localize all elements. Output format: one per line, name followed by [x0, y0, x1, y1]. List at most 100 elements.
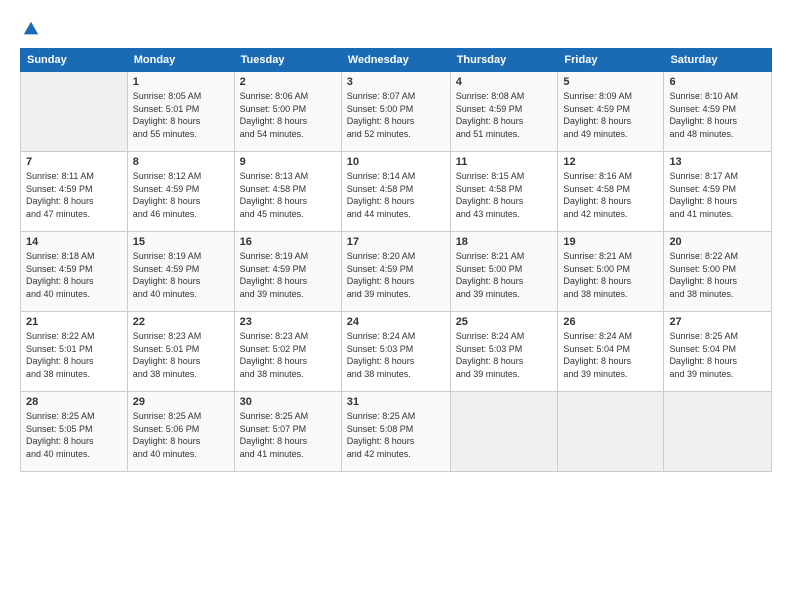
logo — [20, 18, 40, 38]
day-number: 13 — [669, 156, 766, 168]
day-info: Sunrise: 8:21 AM Sunset: 5:00 PM Dayligh… — [456, 250, 553, 300]
page: SundayMondayTuesdayWednesdayThursdayFrid… — [0, 0, 792, 612]
day-number: 14 — [26, 236, 122, 248]
day-number: 21 — [26, 316, 122, 328]
day-number: 17 — [347, 236, 445, 248]
calendar-cell — [558, 392, 664, 472]
calendar-cell: 16 Sunrise: 8:19 AM Sunset: 4:59 PM Dayli… — [234, 232, 341, 312]
day-number: 26 — [563, 316, 658, 328]
day-of-week-header: Wednesday — [341, 49, 450, 72]
day-number: 4 — [456, 76, 553, 88]
calendar-cell: 10 Sunrise: 8:14 AM Sunset: 4:58 PM Dayli… — [341, 152, 450, 232]
day-number: 1 — [133, 76, 229, 88]
day-info: Sunrise: 8:25 AM Sunset: 5:06 PM Dayligh… — [133, 410, 229, 460]
day-info: Sunrise: 8:10 AM Sunset: 4:59 PM Dayligh… — [669, 90, 766, 140]
day-info: Sunrise: 8:22 AM Sunset: 5:01 PM Dayligh… — [26, 330, 122, 380]
calendar-cell: 3Sunrise: 8:07 AM Sunset: 5:00 PM Daylig… — [341, 72, 450, 152]
calendar-cell: 31 Sunrise: 8:25 AM Sunset: 5:08 PM Dayli… — [341, 392, 450, 472]
logo-icon — [22, 20, 40, 38]
day-number: 23 — [240, 316, 336, 328]
calendar-cell: 2 Sunrise: 8:06 AM Sunset: 5:00 PM Daylig… — [234, 72, 341, 152]
calendar-cell: 25Sunrise: 8:24 AM Sunset: 5:03 PM Dayli… — [450, 312, 558, 392]
day-number: 7 — [26, 156, 122, 168]
day-number: 31 — [347, 396, 445, 408]
day-info: Sunrise: 8:09 AM Sunset: 4:59 PM Dayligh… — [563, 90, 658, 140]
calendar-header-row: SundayMondayTuesdayWednesdayThursdayFrid… — [21, 49, 772, 72]
day-of-week-header: Sunday — [21, 49, 128, 72]
day-info: Sunrise: 8:22 AM Sunset: 5:00 PM Dayligh… — [669, 250, 766, 300]
calendar-cell: 9 Sunrise: 8:13 AM Sunset: 4:58 PM Daylig… — [234, 152, 341, 232]
day-number: 20 — [669, 236, 766, 248]
calendar-cell — [21, 72, 128, 152]
day-info: Sunrise: 8:23 AM Sunset: 5:02 PM Dayligh… — [240, 330, 336, 380]
calendar-cell — [450, 392, 558, 472]
calendar-cell: 15 Sunrise: 8:19 AM Sunset: 4:59 PM Dayli… — [127, 232, 234, 312]
day-number: 9 — [240, 156, 336, 168]
day-info: Sunrise: 8:23 AM Sunset: 5:01 PM Dayligh… — [133, 330, 229, 380]
day-info: Sunrise: 8:25 AM Sunset: 5:07 PM Dayligh… — [240, 410, 336, 460]
day-of-week-header: Tuesday — [234, 49, 341, 72]
calendar-cell: 24 Sunrise: 8:24 AM Sunset: 5:03 PM Dayli… — [341, 312, 450, 392]
day-info: Sunrise: 8:24 AM Sunset: 5:03 PM Dayligh… — [347, 330, 445, 380]
calendar-week-row: 28Sunrise: 8:25 AM Sunset: 5:05 PM Dayli… — [21, 392, 772, 472]
day-info: Sunrise: 8:13 AM Sunset: 4:58 PM Dayligh… — [240, 170, 336, 220]
calendar-cell: 5 Sunrise: 8:09 AM Sunset: 4:59 PM Daylig… — [558, 72, 664, 152]
day-info: Sunrise: 8:06 AM Sunset: 5:00 PM Dayligh… — [240, 90, 336, 140]
calendar-cell: 18 Sunrise: 8:21 AM Sunset: 5:00 PM Dayli… — [450, 232, 558, 312]
day-info: Sunrise: 8:20 AM Sunset: 4:59 PM Dayligh… — [347, 250, 445, 300]
day-number: 22 — [133, 316, 229, 328]
day-info: Sunrise: 8:18 AM Sunset: 4:59 PM Dayligh… — [26, 250, 122, 300]
calendar-cell: 11Sunrise: 8:15 AM Sunset: 4:58 PM Dayli… — [450, 152, 558, 232]
day-info: Sunrise: 8:14 AM Sunset: 4:58 PM Dayligh… — [347, 170, 445, 220]
day-number: 25 — [456, 316, 553, 328]
day-info: Sunrise: 8:25 AM Sunset: 5:04 PM Dayligh… — [669, 330, 766, 380]
day-of-week-header: Friday — [558, 49, 664, 72]
day-number: 19 — [563, 236, 658, 248]
day-number: 10 — [347, 156, 445, 168]
calendar-cell: 29 Sunrise: 8:25 AM Sunset: 5:06 PM Dayli… — [127, 392, 234, 472]
day-info: Sunrise: 8:19 AM Sunset: 4:59 PM Dayligh… — [133, 250, 229, 300]
calendar-cell: 17 Sunrise: 8:20 AM Sunset: 4:59 PM Dayli… — [341, 232, 450, 312]
day-number: 16 — [240, 236, 336, 248]
day-of-week-header: Thursday — [450, 49, 558, 72]
calendar-cell: 19 Sunrise: 8:21 AM Sunset: 5:00 PM Dayli… — [558, 232, 664, 312]
day-number: 2 — [240, 76, 336, 88]
calendar-cell: 1 Sunrise: 8:05 AM Sunset: 5:01 PM Daylig… — [127, 72, 234, 152]
calendar-cell: 7 Sunrise: 8:11 AM Sunset: 4:59 PM Daylig… — [21, 152, 128, 232]
day-info: Sunrise: 8:11 AM Sunset: 4:59 PM Dayligh… — [26, 170, 122, 220]
day-number: 18 — [456, 236, 553, 248]
calendar-cell: 23 Sunrise: 8:23 AM Sunset: 5:02 PM Dayli… — [234, 312, 341, 392]
day-info: Sunrise: 8:24 AM Sunset: 5:04 PM Dayligh… — [563, 330, 658, 380]
day-number: 6 — [669, 76, 766, 88]
day-info: Sunrise: 8:21 AM Sunset: 5:00 PM Dayligh… — [563, 250, 658, 300]
day-info: Sunrise: 8:12 AM Sunset: 4:59 PM Dayligh… — [133, 170, 229, 220]
day-of-week-header: Saturday — [664, 49, 772, 72]
calendar-cell: 27 Sunrise: 8:25 AM Sunset: 5:04 PM Dayli… — [664, 312, 772, 392]
day-number: 29 — [133, 396, 229, 408]
calendar-cell: 22 Sunrise: 8:23 AM Sunset: 5:01 PM Dayli… — [127, 312, 234, 392]
day-number: 15 — [133, 236, 229, 248]
calendar-cell: 21 Sunrise: 8:22 AM Sunset: 5:01 PM Dayli… — [21, 312, 128, 392]
day-number: 12 — [563, 156, 658, 168]
day-info: Sunrise: 8:19 AM Sunset: 4:59 PM Dayligh… — [240, 250, 336, 300]
day-info: Sunrise: 8:25 AM Sunset: 5:05 PM Dayligh… — [26, 410, 122, 460]
calendar-cell: 6 Sunrise: 8:10 AM Sunset: 4:59 PM Daylig… — [664, 72, 772, 152]
day-info: Sunrise: 8:15 AM Sunset: 4:58 PM Dayligh… — [456, 170, 553, 220]
calendar-cell: 8Sunrise: 8:12 AM Sunset: 4:59 PM Daylig… — [127, 152, 234, 232]
header — [20, 18, 772, 38]
calendar-cell: 28Sunrise: 8:25 AM Sunset: 5:05 PM Dayli… — [21, 392, 128, 472]
day-number: 24 — [347, 316, 445, 328]
day-number: 27 — [669, 316, 766, 328]
day-info: Sunrise: 8:17 AM Sunset: 4:59 PM Dayligh… — [669, 170, 766, 220]
day-info: Sunrise: 8:16 AM Sunset: 4:58 PM Dayligh… — [563, 170, 658, 220]
calendar-cell: 30 Sunrise: 8:25 AM Sunset: 5:07 PM Dayli… — [234, 392, 341, 472]
calendar-cell: 12 Sunrise: 8:16 AM Sunset: 4:58 PM Dayli… — [558, 152, 664, 232]
day-info: Sunrise: 8:07 AM Sunset: 5:00 PM Dayligh… — [347, 90, 445, 140]
calendar-week-row: 21 Sunrise: 8:22 AM Sunset: 5:01 PM Dayli… — [21, 312, 772, 392]
day-info: Sunrise: 8:25 AM Sunset: 5:08 PM Dayligh… — [347, 410, 445, 460]
calendar-week-row: 1 Sunrise: 8:05 AM Sunset: 5:01 PM Daylig… — [21, 72, 772, 152]
day-number: 30 — [240, 396, 336, 408]
day-info: Sunrise: 8:05 AM Sunset: 5:01 PM Dayligh… — [133, 90, 229, 140]
day-number: 5 — [563, 76, 658, 88]
calendar-cell: 13 Sunrise: 8:17 AM Sunset: 4:59 PM Dayli… — [664, 152, 772, 232]
